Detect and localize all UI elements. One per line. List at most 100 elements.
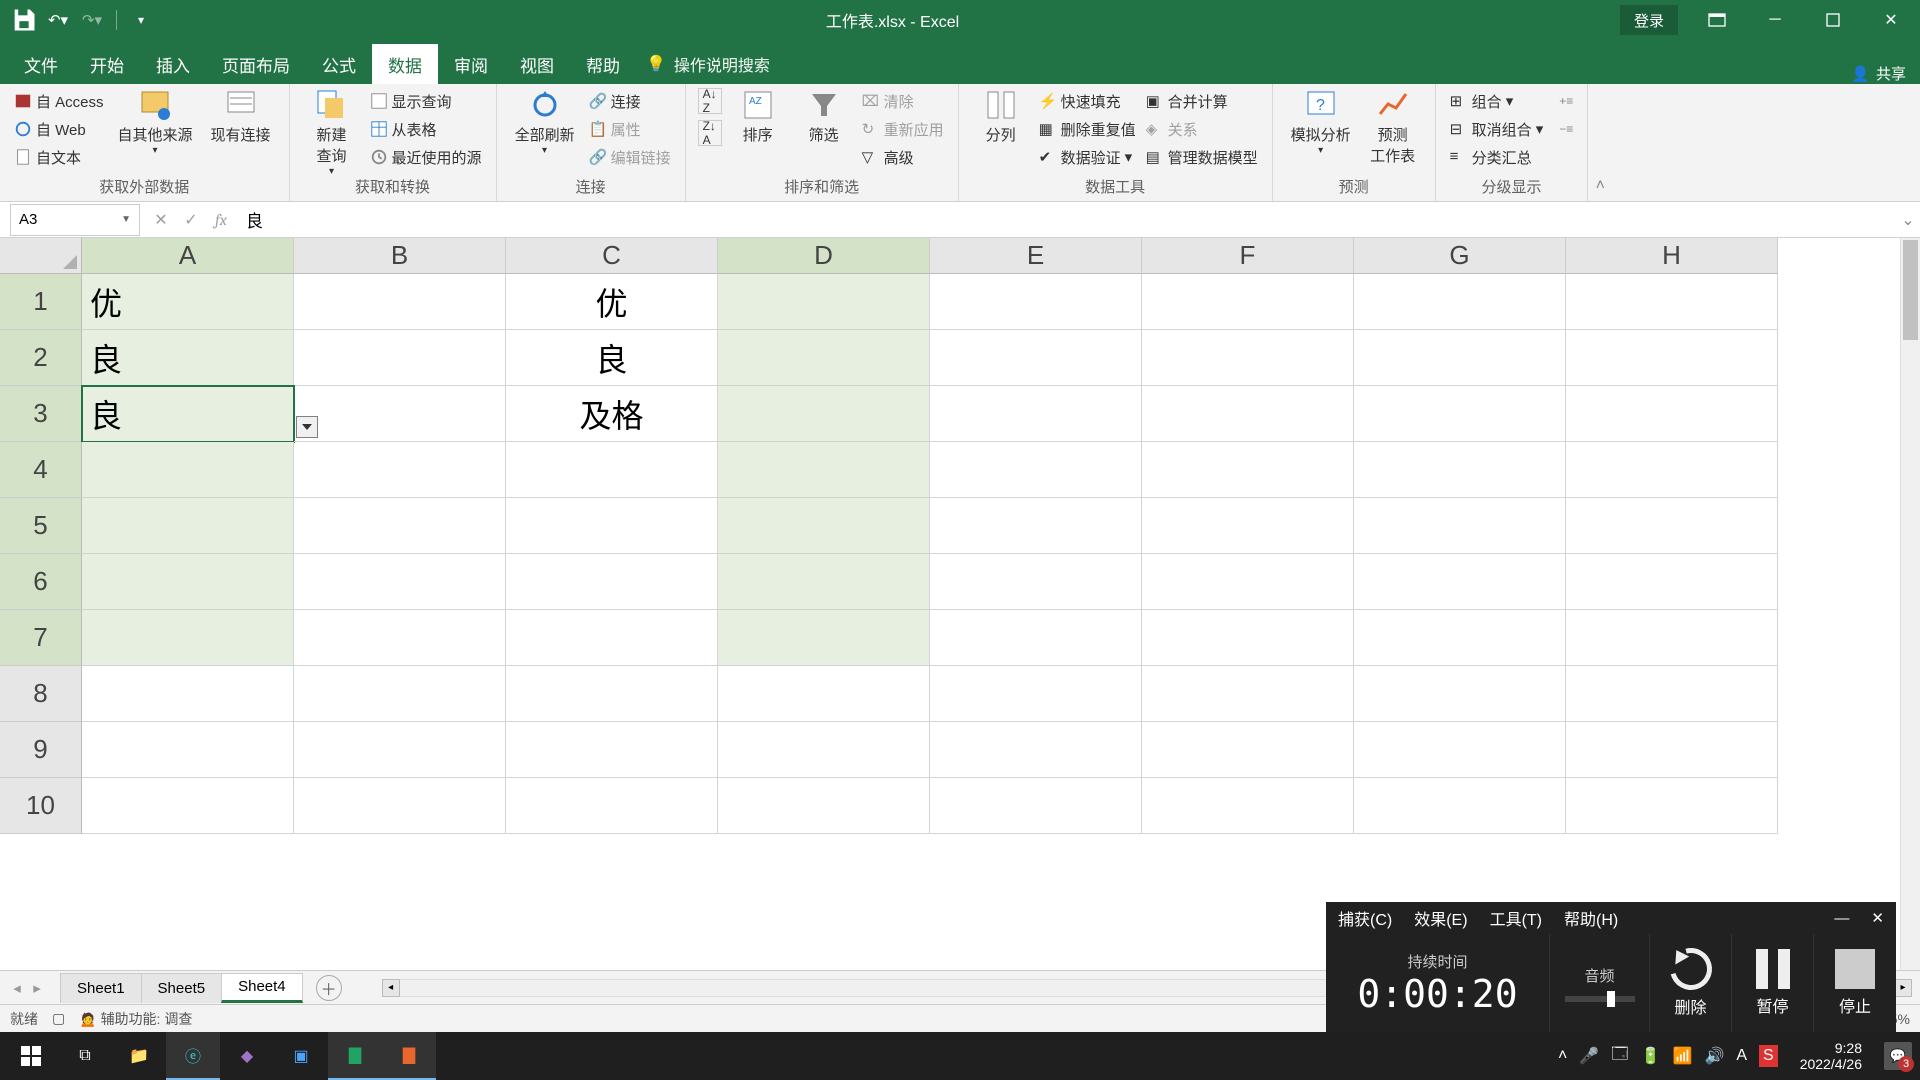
from-text-button[interactable]: 自文本 [12,144,106,170]
cell-E7[interactable] [930,610,1142,666]
cell-F9[interactable] [1142,722,1354,778]
cell-A6[interactable] [82,554,294,610]
cell-D7[interactable] [718,610,930,666]
sheet-nav-first-icon[interactable]: ◂ [8,979,26,997]
tab-view[interactable]: 视图 [504,44,570,84]
cell-C1[interactable]: 优 [506,274,718,330]
formula-input[interactable] [236,202,1896,237]
cell-C5[interactable] [506,498,718,554]
data-validation-dropdown-icon[interactable] [296,416,318,438]
vertical-scrollbar[interactable] [1900,238,1920,970]
tray-expand-icon[interactable]: ˄ [1558,1047,1567,1065]
sheet-nav-last-icon[interactable]: ▸ [28,979,46,997]
cell-H7[interactable] [1566,610,1778,666]
save-icon[interactable] [10,6,38,34]
cell-D10[interactable] [718,778,930,834]
cell-A9[interactable] [82,722,294,778]
tab-data[interactable]: 数据 [372,44,438,84]
row-header-6[interactable]: 6 [0,554,82,610]
tab-review[interactable]: 审阅 [438,44,504,84]
tray-ime2-icon[interactable]: S [1759,1045,1778,1067]
rec-menu-effect[interactable]: 效果(E) [1414,906,1467,930]
tab-formula[interactable]: 公式 [306,44,372,84]
chevron-down-icon[interactable]: ▼ [121,214,131,225]
cell-A4[interactable] [82,442,294,498]
col-header-F[interactable]: F [1142,238,1354,274]
sort-button[interactable]: AZ排序 [728,88,788,145]
subtotal-button[interactable]: ≡分类汇总 [1448,144,1546,170]
tab-insert[interactable]: 插入 [140,44,206,84]
cell-D1[interactable] [718,274,930,330]
cell-G9[interactable] [1354,722,1566,778]
cell-B7[interactable] [294,610,506,666]
cell-D9[interactable] [718,722,930,778]
tray-battery-icon[interactable]: 🔋 [1641,1046,1661,1066]
cell-C6[interactable] [506,554,718,610]
col-header-C[interactable]: C [506,238,718,274]
cell-F8[interactable] [1142,666,1354,722]
ribbon-options-icon[interactable] [1688,0,1746,40]
data-model-button[interactable]: ▤管理数据模型 [1144,144,1260,170]
cell-E2[interactable] [930,330,1142,386]
cell-C3[interactable]: 及格 [506,386,718,442]
sort-asc-button[interactable]: A↓Z [698,88,722,114]
name-box[interactable]: A3▼ [10,204,140,236]
cell-F4[interactable] [1142,442,1354,498]
cell-F6[interactable] [1142,554,1354,610]
cell-H6[interactable] [1566,554,1778,610]
text-to-columns-button[interactable]: 分列 [971,88,1031,145]
cell-C2[interactable]: 良 [506,330,718,386]
cell-H1[interactable] [1566,274,1778,330]
login-button[interactable]: 登录 [1620,5,1678,35]
cell-B2[interactable] [294,330,506,386]
cell-A5[interactable] [82,498,294,554]
hide-detail-button[interactable]: −≡ [1557,116,1575,142]
minimize-icon[interactable]: ─ [1746,0,1804,40]
cell-E1[interactable] [930,274,1142,330]
from-web-button[interactable]: 自 Web [12,116,106,142]
cell-G2[interactable] [1354,330,1566,386]
advanced-filter-button[interactable]: ▽高级 [860,144,946,170]
cell-E10[interactable] [930,778,1142,834]
cell-B9[interactable] [294,722,506,778]
hscroll-left-icon[interactable]: ◂ [382,979,400,997]
cell-H9[interactable] [1566,722,1778,778]
hscroll-right-icon[interactable]: ▸ [1894,979,1912,997]
cell-D5[interactable] [718,498,930,554]
cell-G1[interactable] [1354,274,1566,330]
forecast-button[interactable]: 预测 工作表 [1363,88,1423,166]
add-sheet-button[interactable]: ＋ [316,975,342,1001]
maximize-icon[interactable] [1804,0,1862,40]
sheet-tab-Sheet4[interactable]: Sheet4 [221,973,303,1003]
from-table-button[interactable]: 从表格 [368,116,484,142]
expand-formula-icon[interactable]: ⌄ [1896,202,1920,237]
cell-F5[interactable] [1142,498,1354,554]
row-header-3[interactable]: 3 [0,386,82,442]
tray-volume-icon[interactable]: 🔊 [1704,1046,1724,1066]
rec-menu-help[interactable]: 帮助(H) [1564,906,1618,930]
cell-D8[interactable] [718,666,930,722]
sheet-tab-Sheet5[interactable]: Sheet5 [141,973,223,1003]
cell-A7[interactable] [82,610,294,666]
filter-button[interactable]: 筛选 [794,88,854,145]
cell-A2[interactable]: 良 [82,330,294,386]
tab-file[interactable]: 文件 [8,44,74,84]
tab-help[interactable]: 帮助 [570,44,636,84]
cell-C7[interactable] [506,610,718,666]
share-button[interactable]: 👤共享 [1837,63,1920,84]
cell-E9[interactable] [930,722,1142,778]
rec-audio-slider[interactable] [1565,996,1635,1002]
cell-G3[interactable] [1354,386,1566,442]
col-header-A[interactable]: A [82,238,294,274]
flash-fill-button[interactable]: ⚡快速填充 [1037,88,1138,114]
cell-D6[interactable] [718,554,930,610]
taskbar-edge[interactable]: ⓔ [166,1032,220,1080]
cell-B5[interactable] [294,498,506,554]
cell-E5[interactable] [930,498,1142,554]
undo-icon[interactable]: ↶▾ [44,6,72,34]
cell-B3[interactable] [294,386,506,442]
cell-B1[interactable] [294,274,506,330]
tray-wifi-icon[interactable]: 📶 [1673,1046,1693,1066]
col-header-D[interactable]: D [718,238,930,274]
cell-B10[interactable] [294,778,506,834]
